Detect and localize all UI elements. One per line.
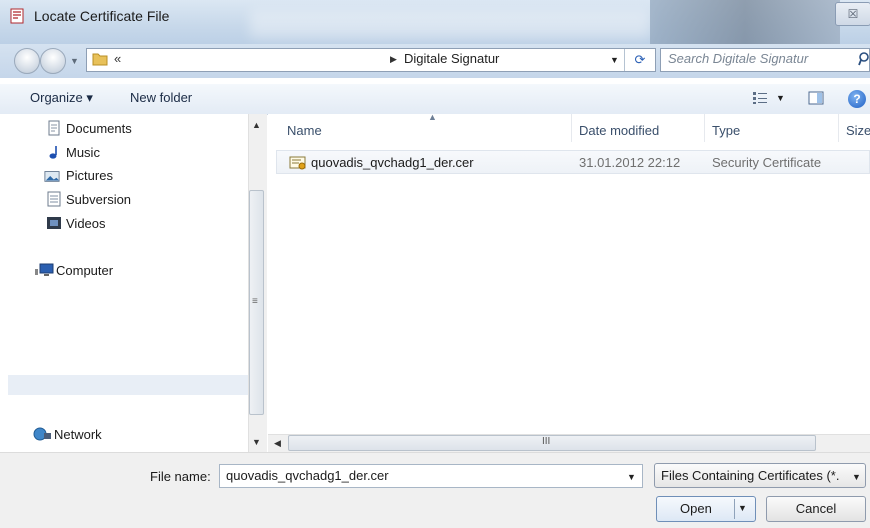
file-name[interactable]: quovadis_qvchadg1_der.cer — [311, 155, 474, 170]
scroll-left-icon[interactable]: ◀ — [274, 438, 281, 449]
nav-item-pictures[interactable]: Pictures — [66, 168, 113, 183]
organize-button[interactable]: Organize ▾ — [30, 90, 93, 106]
refresh-button[interactable]: ⟳ — [624, 49, 655, 71]
help-icon[interactable]: ? — [848, 90, 866, 108]
computer-icon — [35, 263, 54, 276]
breadcrumb-current-folder[interactable]: Digitale Signatur — [404, 51, 499, 66]
column-divider[interactable] — [571, 114, 572, 142]
nav-hover-highlight — [8, 375, 248, 395]
open-options-dropdown-icon[interactable]: ▼ — [738, 503, 747, 513]
file-type-filter-value[interactable]: Files Containing Certificates (*. — [661, 468, 841, 483]
open-button-label[interactable]: Open — [680, 501, 712, 516]
music-icon — [49, 146, 57, 159]
nav-scroll-up-icon[interactable]: ▲ — [252, 120, 261, 130]
title-shadow — [650, 0, 840, 44]
search-icon[interactable] — [858, 51, 870, 67]
column-header-size[interactable]: Size — [846, 123, 870, 138]
breadcrumb-arrow-icon[interactable]: ▶ — [390, 54, 397, 65]
nav-item-documents[interactable]: Documents — [66, 121, 132, 136]
nav-item-music[interactable]: Music — [66, 145, 100, 160]
file-name-value[interactable]: quovadis_qvchadg1_der.cer — [226, 468, 389, 483]
address-bar[interactable] — [86, 48, 656, 72]
nav-scroll-grip-icon: ≡ — [252, 296, 258, 307]
column-header-date-modified[interactable]: Date modified — [579, 123, 659, 138]
back-button[interactable] — [14, 48, 40, 74]
documents-icon — [48, 120, 60, 136]
breadcrumb-overflow[interactable]: « — [114, 51, 121, 66]
pictures-icon — [44, 171, 60, 182]
file-name-label: File name: — [150, 469, 211, 484]
file-type-dropdown-icon[interactable]: ▼ — [852, 472, 861, 482]
nav-item-network[interactable]: Network — [54, 427, 102, 442]
new-folder-button[interactable]: New folder — [130, 90, 192, 105]
preview-pane-icon[interactable] — [808, 90, 824, 106]
view-options-dropdown-icon[interactable]: ▼ — [776, 93, 785, 103]
column-divider[interactable] — [704, 114, 705, 142]
column-header-type[interactable]: Type — [712, 123, 740, 138]
open-split-divider — [734, 499, 735, 519]
change-view-icon[interactable] — [752, 91, 768, 105]
window-title: Locate Certificate File — [34, 8, 170, 24]
horizontal-scroll-grip-icon: III — [542, 436, 551, 447]
title-glow — [250, 10, 650, 38]
cancel-button[interactable]: Cancel — [766, 496, 866, 522]
column-header-name[interactable]: Name — [287, 123, 322, 138]
certificate-file-icon — [289, 156, 306, 170]
file-date-modified: 31.01.2012 22:12 — [579, 155, 681, 170]
nav-item-videos[interactable]: Videos — [66, 216, 106, 231]
file-name-dropdown-icon[interactable]: ▼ — [627, 472, 636, 482]
navigation-pane — [0, 114, 267, 452]
subversion-icon — [47, 191, 61, 207]
nav-item-subversion[interactable]: Subversion — [66, 192, 131, 207]
videos-icon — [47, 217, 61, 229]
column-divider[interactable] — [838, 114, 839, 142]
forward-button[interactable] — [40, 48, 66, 74]
address-dropdown-icon[interactable]: ▼ — [610, 55, 619, 65]
nav-item-computer[interactable]: Computer — [56, 263, 113, 278]
certificate-app-icon — [10, 8, 24, 24]
recent-pages-dropdown-icon[interactable]: ▼ — [70, 56, 80, 66]
horizontal-scroll-thumb[interactable] — [288, 435, 816, 451]
close-button[interactable]: ☒ — [835, 2, 870, 26]
folder-icon — [92, 53, 108, 66]
sort-ascending-icon: ▲ — [428, 112, 437, 122]
network-icon — [33, 427, 51, 441]
nav-scroll-down-icon[interactable]: ▼ — [252, 437, 261, 447]
search-placeholder: Search Digitale Signatur — [668, 51, 809, 66]
file-type: Security Certificate — [712, 155, 822, 170]
